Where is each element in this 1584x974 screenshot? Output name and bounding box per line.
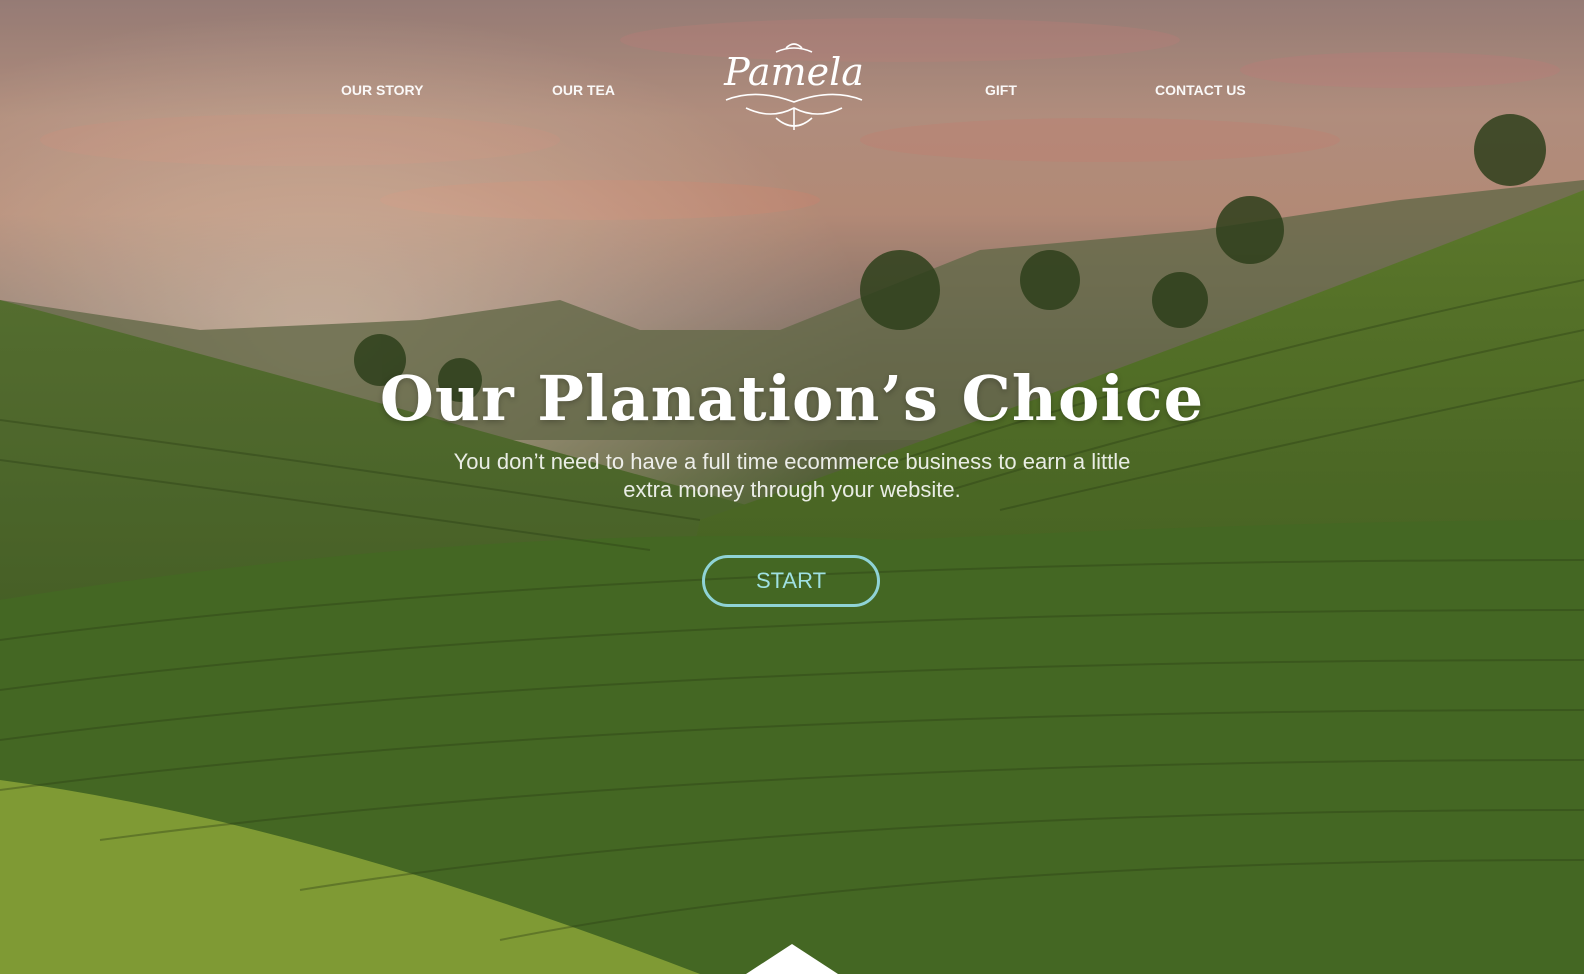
nav-contact-us[interactable]: CONTACT US bbox=[1155, 82, 1246, 98]
top-nav: OUR STORY OUR TEA Pamela GIFT CONTACT US bbox=[0, 0, 1584, 140]
logo-text: Pamela bbox=[724, 50, 864, 94]
start-button[interactable]: START bbox=[702, 555, 880, 607]
logo[interactable]: Pamela bbox=[716, 38, 872, 134]
hero-subtitle: You don’t need to have a full time ecomm… bbox=[453, 449, 1131, 502]
nav-gift[interactable]: GIFT bbox=[985, 82, 1017, 98]
hero-title: Our Planation’s Choice bbox=[379, 362, 1205, 435]
chevron-up-icon[interactable] bbox=[746, 944, 838, 974]
nav-our-story[interactable]: OUR STORY bbox=[341, 82, 423, 98]
nav-our-tea[interactable]: OUR TEA bbox=[552, 82, 615, 98]
